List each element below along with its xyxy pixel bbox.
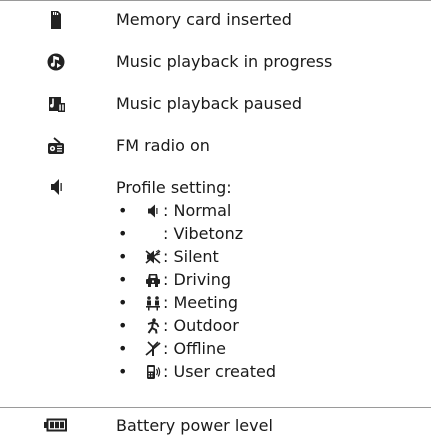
profile-label: : Offline <box>163 339 226 358</box>
bullet: • <box>118 247 128 266</box>
memory-card-icon <box>46 10 66 30</box>
profile-label: : Driving <box>163 270 232 289</box>
table-row-rule <box>0 407 431 408</box>
profile-label: : Vibetonz <box>163 224 244 243</box>
legend-row-music-playing: Music playback in progress <box>0 50 431 82</box>
profile-label: : Silent <box>163 247 219 266</box>
legend-row-battery: Battery power level <box>0 414 431 444</box>
user-created-profile-icon <box>145 364 161 380</box>
legend-text: Music playback in progress <box>116 52 333 71</box>
profile-label: : Meeting <box>163 293 238 312</box>
table-top-rule <box>0 0 431 1</box>
outdoor-profile-icon <box>145 318 161 334</box>
legend-text: Battery power level <box>116 416 273 435</box>
profile-normal-icon <box>46 177 66 197</box>
battery-icon <box>44 417 68 433</box>
profile-label: : Outdoor <box>163 316 239 335</box>
profile-label: : User created <box>163 362 276 381</box>
offline-profile-icon <box>145 341 161 357</box>
legend-text: Music playback paused <box>116 94 303 113</box>
legend-row-memory-card: Memory card inserted <box>0 8 431 40</box>
legend-text: Memory card inserted <box>116 10 292 29</box>
meeting-profile-icon <box>145 295 161 311</box>
bullet: • <box>118 339 128 358</box>
legend-text: FM radio on <box>116 136 210 155</box>
profile-label: : Normal <box>163 201 232 220</box>
bullet: • <box>118 316 128 335</box>
legend-row-profile-setting: Profile setting: • : Normal • : Vibetonz… <box>0 176 431 398</box>
normal-profile-icon <box>145 203 161 219</box>
bullet: • <box>118 293 128 312</box>
vibetonz-profile-icon <box>145 226 161 242</box>
bullet: • <box>118 270 128 289</box>
driving-profile-icon <box>145 272 161 288</box>
bullet: • <box>118 362 128 381</box>
bullet: • <box>118 201 128 220</box>
music-playing-icon <box>46 52 66 72</box>
legend-row-fm-radio: FM radio on <box>0 134 431 166</box>
fm-radio-icon <box>46 136 66 156</box>
icon-legend-page: Memory card inserted Music playback in p… <box>0 0 431 448</box>
music-paused-icon <box>46 94 66 114</box>
legend-row-music-paused: Music playback paused <box>0 92 431 124</box>
legend-text: Profile setting: <box>116 178 232 197</box>
silent-profile-icon <box>145 249 161 265</box>
bullet: • <box>118 224 128 243</box>
